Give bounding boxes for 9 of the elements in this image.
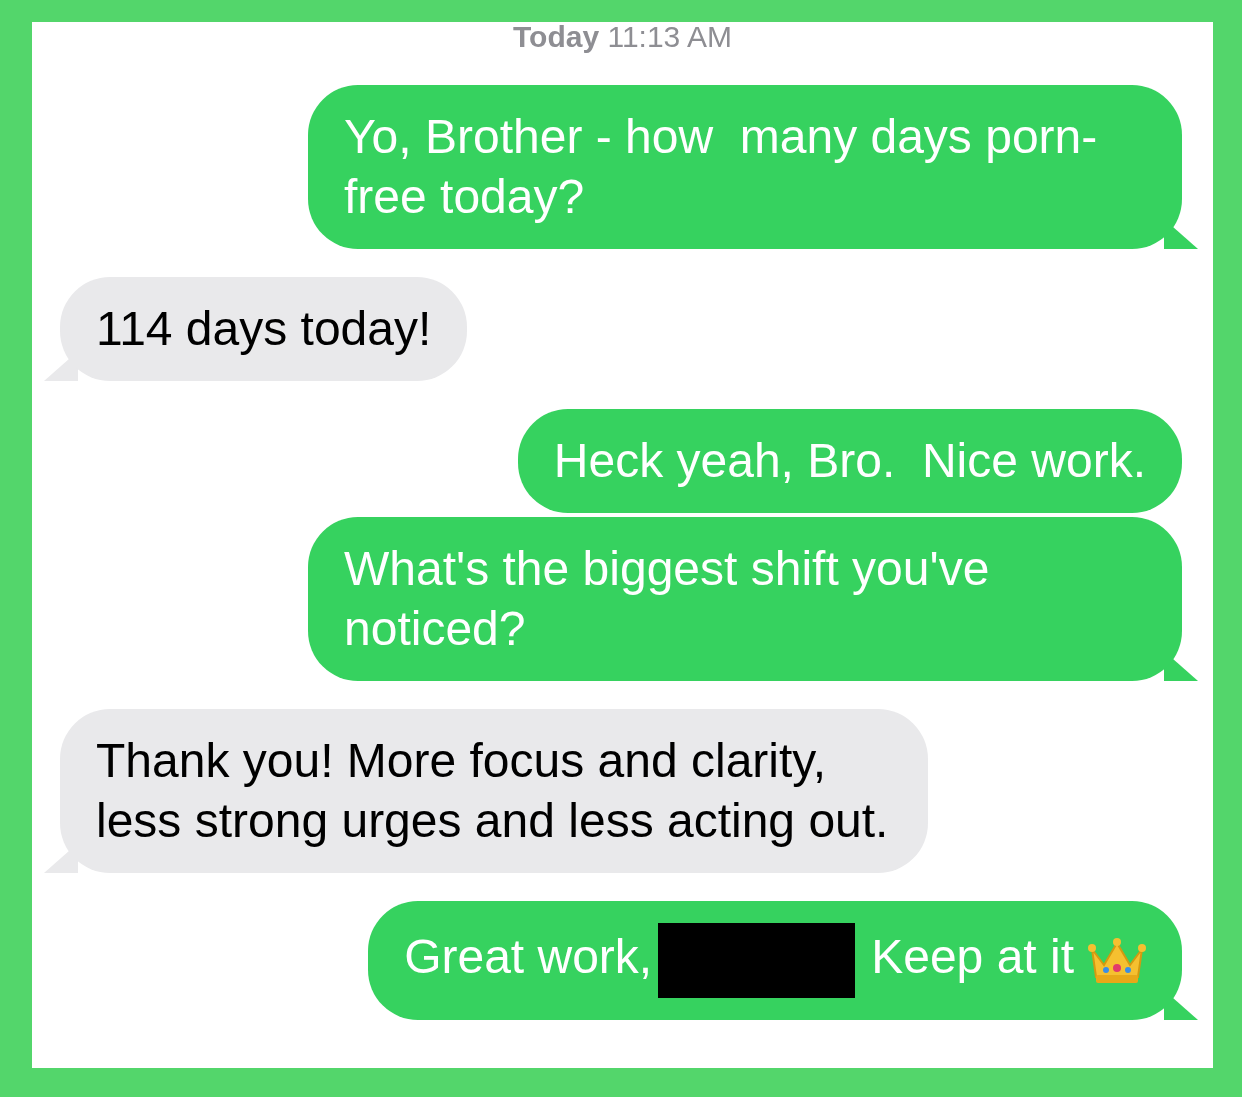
received-message-bubble: Thank you! More focus and clarity, less strong urges and less acting out. (60, 709, 928, 873)
sent-message-bubble: Yo, Brother - how many days porn-free today? (308, 85, 1182, 249)
message-text: Keep at it (871, 930, 1074, 984)
sent-message-bubble: Heck yeah, Bro. Nice work. (517, 409, 1182, 513)
message-text: Great work, (404, 930, 653, 984)
sent-message-bubble: What's the biggest shift you've noticed? (308, 517, 1182, 681)
timestamp: Today 11:13 AM (513, 22, 732, 53)
crown-icon (1088, 936, 1146, 985)
received-message-bubble: 114 days today! (60, 277, 468, 381)
